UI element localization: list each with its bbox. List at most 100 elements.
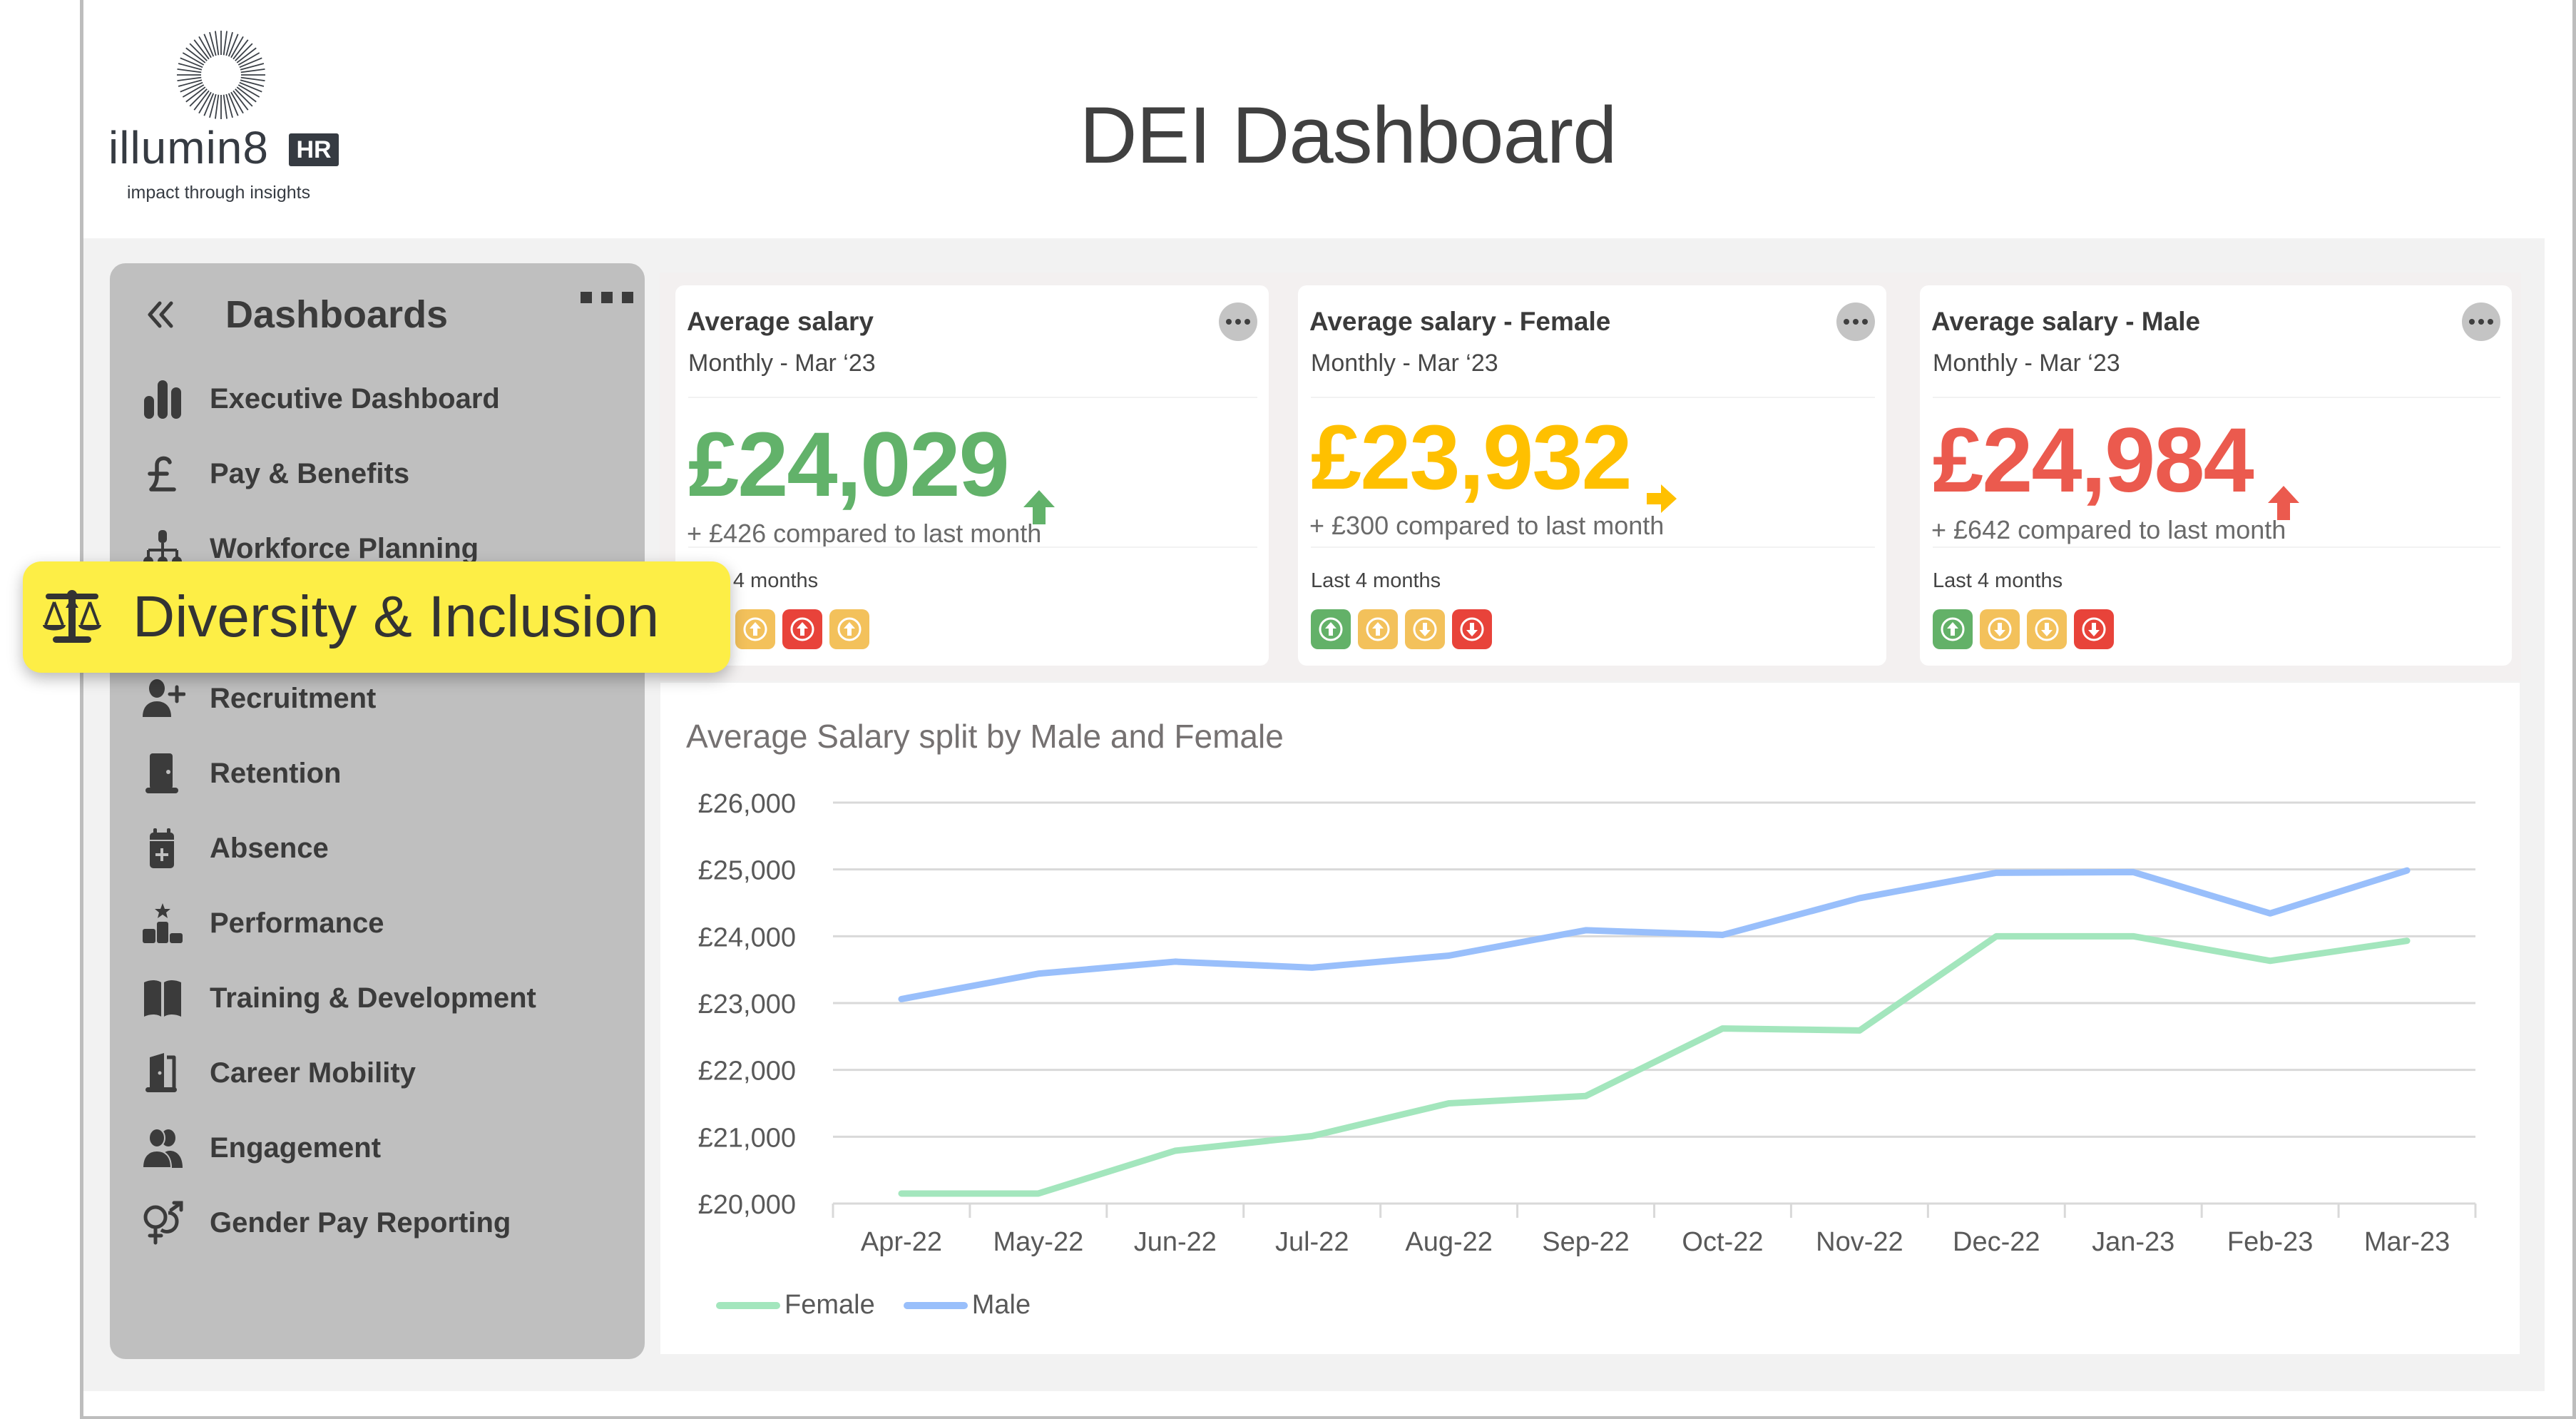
- y-tick-label: £20,000: [698, 1190, 796, 1220]
- x-tick-label: Jun-22: [1134, 1227, 1217, 1257]
- page-title: DEI Dashboard: [1079, 91, 1617, 180]
- users-icon: [137, 1122, 188, 1174]
- collapse-sidebar-button[interactable]: [144, 293, 187, 336]
- legend-swatch: [903, 1301, 968, 1309]
- kpi-more-options-button[interactable]: [2462, 302, 2500, 341]
- gender-symbols-icon: [137, 1197, 188, 1248]
- sidebar-item-label: Workforce Planning: [210, 532, 479, 564]
- arrow-circle-up-icon: [743, 617, 767, 641]
- door-open-icon: [137, 1047, 188, 1099]
- kpi-period: Monthly - Mar ‘23: [1311, 350, 1498, 377]
- x-tick-label: May-22: [993, 1227, 1084, 1257]
- y-tick-label: £23,000: [698, 990, 796, 1019]
- legend-swatch: [716, 1301, 780, 1309]
- arrow-circle-down-icon: [2082, 617, 2106, 641]
- data-point-male: [1722, 934, 1724, 936]
- arrow-circle-up-icon: [790, 617, 814, 641]
- sidebar-item-label: Performance: [210, 907, 384, 939]
- kpi-more-options-button[interactable]: [1219, 302, 1257, 341]
- sidebar-item-engagement[interactable]: Engagement: [137, 1119, 622, 1176]
- data-point-male: [1585, 929, 1587, 931]
- history-badge-amber-down: [2027, 609, 2067, 649]
- active-item-highlight-diversity-inclusion[interactable]: Diversity & Inclusion: [23, 561, 730, 673]
- ellipsis-dot: [1226, 319, 1232, 325]
- sidebar-item-recruitment[interactable]: Recruitment: [137, 670, 622, 727]
- arrow-circle-up-icon: [1941, 617, 1965, 641]
- sidebar-item-pay-benefits[interactable]: Pay & Benefits: [137, 445, 622, 502]
- sunburst-ray: [240, 68, 265, 73]
- sunburst-ray: [223, 94, 228, 119]
- series-line-female[interactable]: [898, 932, 2411, 1197]
- history-badge-amber-up: [735, 609, 775, 649]
- history-badge-amber-down: [1980, 609, 2020, 649]
- sunburst-ray: [225, 93, 233, 118]
- sunburst-ray: [223, 31, 228, 56]
- salary-line-chart: £20,000 £21,000 £22,000 £23,000 £24,000 £25,0…: [698, 789, 2477, 1257]
- data-point-female: [1859, 1029, 1861, 1032]
- data-point-female: [2132, 935, 2135, 937]
- history-badge-amber-down: [1405, 609, 1445, 649]
- legend-label: Male: [971, 1290, 1031, 1320]
- legend-label: Female: [784, 1290, 875, 1320]
- sunburst-ray: [178, 63, 203, 71]
- x-tick-label: Oct-22: [1682, 1227, 1763, 1257]
- series-line-male[interactable]: [898, 867, 2411, 1002]
- kpi-delta: + £642 compared to last month: [1931, 515, 2286, 544]
- kpi-history-badges: [1311, 609, 1492, 649]
- chart-legend: Female Male: [716, 1290, 1059, 1321]
- sidebar-item-career-mobility[interactable]: Career Mobility: [137, 1044, 622, 1102]
- sidebar-item-absence[interactable]: Absence: [137, 820, 622, 877]
- balance-scale-icon: [43, 590, 101, 643]
- y-tick-label: £22,000: [698, 1057, 796, 1087]
- history-badge-red-up: [782, 609, 822, 649]
- pound-sign-icon: [137, 448, 188, 499]
- sidebar-item-training-development[interactable]: Training & Development: [137, 970, 622, 1027]
- data-point-male: [1859, 897, 1861, 899]
- sidebar-header: Dashboards: [144, 293, 448, 336]
- legend-item-male[interactable]: Male: [903, 1290, 1031, 1321]
- arrow-circle-down-icon: [1460, 617, 1484, 641]
- ellipsis-dot: [581, 292, 592, 303]
- arrow-circle-down-icon: [1988, 617, 2012, 641]
- arrow-circle-up-icon: [837, 617, 862, 641]
- salary-split-chart-card: Average Salary split by Male and Female …: [660, 683, 2520, 1354]
- ellipsis-dot: [622, 292, 633, 303]
- y-tick-label: £25,000: [698, 856, 796, 886]
- sidebar-title: Dashboards: [225, 293, 449, 336]
- y-tick-label: £24,000: [698, 922, 796, 952]
- divider: [1311, 397, 1875, 398]
- data-point-female: [900, 1192, 902, 1194]
- sidebar-item-gender-pay-reporting[interactable]: Gender Pay Reporting: [137, 1194, 622, 1251]
- ellipsis-dot: [601, 292, 613, 303]
- kpi-value: £24,029: [688, 414, 1010, 516]
- sunburst-ray: [215, 94, 220, 119]
- illumin8-logo: illumin8 HR impact through insights: [107, 29, 349, 214]
- sidebar-item-label: Career Mobility: [210, 1057, 416, 1089]
- calendar-plus-icon: [137, 823, 188, 874]
- double-chevron-left-icon: [148, 301, 173, 328]
- sidebar-item-label: Recruitment: [210, 682, 377, 714]
- sidebar-item-executive-dashboard[interactable]: Executive Dashboard: [137, 370, 622, 427]
- kpi-more-options-button[interactable]: [1836, 302, 1875, 341]
- data-point-female: [1174, 1150, 1176, 1152]
- sidebar-more-button[interactable]: [581, 292, 633, 309]
- y-tick-label: £26,000: [698, 789, 796, 819]
- sidebar-item-label: Engagement: [210, 1131, 382, 1164]
- sidebar-item-label: Executive Dashboard: [210, 382, 500, 414]
- sidebar-item-retention[interactable]: Retention: [137, 745, 622, 802]
- legend-item-female[interactable]: Female: [716, 1290, 875, 1321]
- data-point-female: [1995, 935, 1998, 937]
- logo-wordmark: illumin8: [108, 122, 269, 173]
- ellipsis-dot: [2469, 319, 2475, 325]
- kpi-history-label: Last 4 months: [1933, 569, 2063, 592]
- sunburst-ray: [225, 31, 233, 56]
- kpi-value-row: £24,984: [1933, 408, 2301, 520]
- arrow-circle-up-icon: [1319, 617, 1343, 641]
- history-badge-red-down: [1452, 609, 1492, 649]
- divider: [1933, 397, 2500, 398]
- kpi-delta: + £300 compared to last month: [1309, 511, 1665, 540]
- x-tick-label: Mar-23: [2364, 1227, 2450, 1257]
- sidebar-item-label: Pay & Benefits: [210, 457, 410, 489]
- kpi-delta: + £426 compared to last month: [687, 519, 1042, 548]
- sidebar-item-performance[interactable]: Performance: [137, 895, 622, 952]
